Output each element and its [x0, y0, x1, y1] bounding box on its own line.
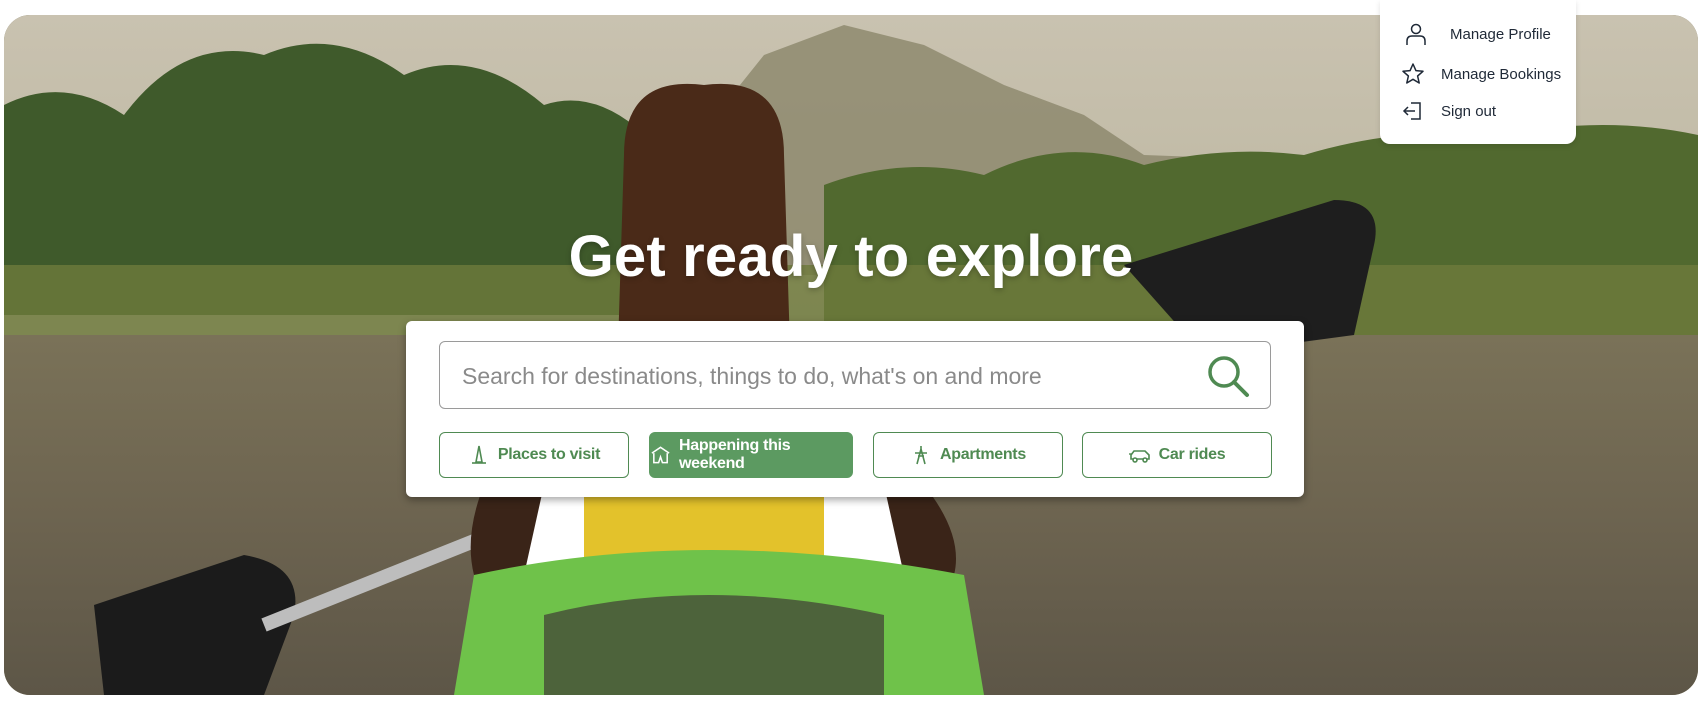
category-places-to-visit-button[interactable]: Places to visit: [439, 432, 629, 478]
event-tent-icon: [651, 446, 670, 464]
category-label: Places to visit: [497, 446, 601, 463]
category-chips: Places to visit Happening this weekend A…: [439, 432, 1272, 478]
user-icon: [1406, 23, 1426, 45]
category-label: Car rides: [1158, 446, 1226, 463]
menu-item-label: Manage Bookings: [1441, 65, 1562, 83]
category-label: Apartments: [940, 446, 1026, 463]
user-dropdown-menu: Manage Profile Manage Bookings Sign out: [1380, 0, 1576, 144]
car-icon: [1128, 450, 1150, 463]
landmark-icon: [471, 445, 486, 464]
manage-profile-menu-item[interactable]: Manage Profile: [1380, 17, 1576, 51]
category-happening-this-weekend-button[interactable]: Happening this weekend: [649, 432, 853, 478]
star-icon: [1402, 63, 1424, 84]
tower-icon: [915, 445, 928, 465]
search-icon[interactable]: [1206, 354, 1250, 398]
category-label: Happening this weekend: [679, 437, 791, 472]
sign-out-menu-item[interactable]: Sign out: [1380, 94, 1576, 128]
search-card: Places to visit Happening this weekend A…: [406, 321, 1304, 497]
category-apartments-button[interactable]: Apartments: [873, 432, 1063, 478]
manage-bookings-menu-item[interactable]: Manage Bookings: [1380, 57, 1576, 91]
menu-item-label: Manage Profile: [1450, 25, 1551, 43]
category-car-rides-button[interactable]: Car rides: [1082, 432, 1272, 478]
search-input[interactable]: [460, 342, 1204, 410]
page-headline: Get ready to explore: [568, 224, 1134, 289]
search-box: [439, 341, 1271, 410]
menu-item-label: Sign out: [1441, 102, 1497, 120]
sign-out-icon: [1402, 102, 1421, 120]
